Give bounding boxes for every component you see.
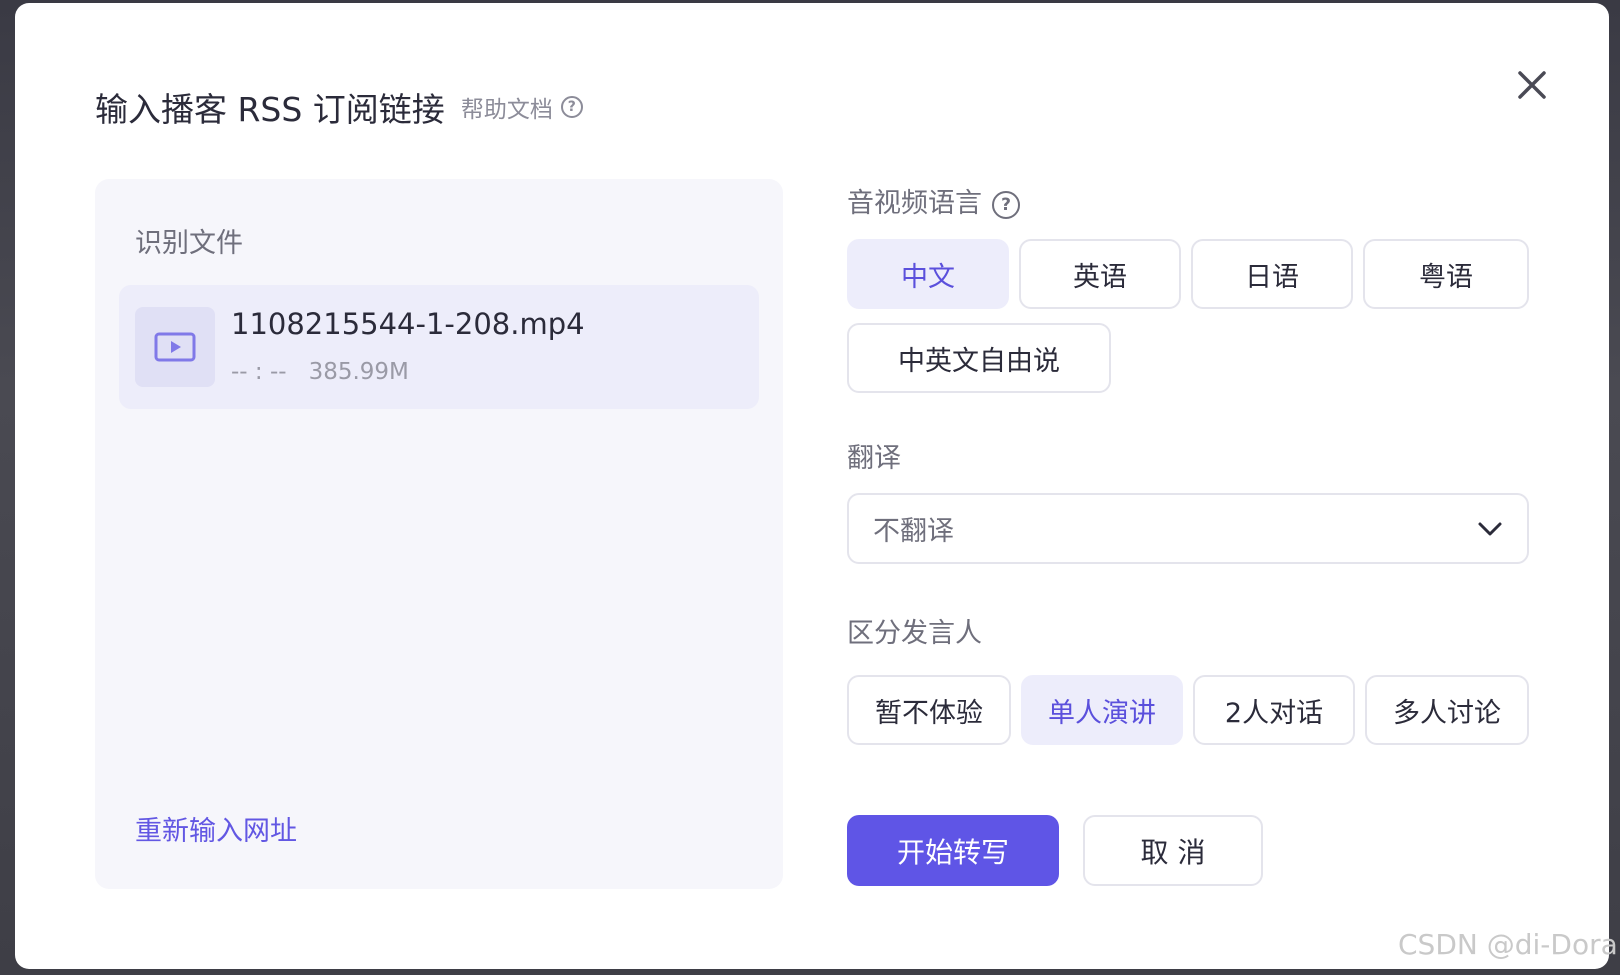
language-label: 音视频语言? — [847, 181, 1020, 220]
file-thumbnail — [135, 307, 215, 387]
language-option-mixed[interactable]: 中英文自由说 — [847, 323, 1111, 393]
speaker-option-skip[interactable]: 暂不体验 — [847, 675, 1011, 745]
language-option-cantonese[interactable]: 粤语 — [1363, 239, 1529, 309]
close-icon — [1518, 71, 1546, 99]
chevron-down-icon — [1478, 522, 1502, 535]
language-option-english[interactable]: 英语 — [1019, 239, 1181, 309]
file-size: 385.99M — [308, 359, 409, 385]
language-option-chinese[interactable]: 中文 — [847, 239, 1009, 309]
file-name: 1108215544-1-208.mp4 — [231, 307, 585, 341]
file-meta: -- : -- 385.99M — [231, 359, 409, 385]
help-doc-link[interactable]: 帮助文档 ? — [461, 90, 583, 124]
watermark: CSDN @di-Dora — [1398, 928, 1618, 961]
help-doc-label: 帮助文档 — [460, 97, 553, 123]
language-label-text: 音视频语言 — [847, 188, 982, 219]
file-card: 1108215544-1-208.mp4 -- : -- 385.99M — [119, 285, 759, 409]
question-circle-icon: ? — [560, 96, 583, 118]
recognize-file-panel: 识别文件 1108215544-1-208.mp4 -- : -- 385.99M… — [95, 179, 783, 889]
close-button[interactable] — [1510, 63, 1554, 107]
speaker-option-multi[interactable]: 多人讨论 — [1365, 675, 1529, 745]
question-circle-icon[interactable]: ? — [992, 190, 1020, 219]
video-play-icon — [154, 332, 196, 362]
reinput-url-link[interactable]: 重新输入网址 — [135, 809, 297, 848]
translate-select[interactable]: 不翻译 — [847, 493, 1529, 564]
translate-label: 翻译 — [847, 443, 901, 474]
speaker-label: 区分发言人 — [847, 618, 982, 649]
speaker-option-single[interactable]: 单人演讲 — [1021, 675, 1183, 745]
dialog-header: 输入播客 RSS 订阅链接 帮助文档 ? — [95, 83, 583, 131]
file-duration: -- : -- — [231, 359, 287, 385]
cancel-button[interactable]: 取 消 — [1083, 815, 1263, 886]
recognize-file-label: 识别文件 — [135, 228, 243, 259]
speaker-option-two[interactable]: 2人对话 — [1193, 675, 1355, 745]
dialog-title: 输入播客 RSS 订阅链接 — [95, 90, 445, 129]
start-transcribe-button[interactable]: 开始转写 — [847, 815, 1059, 886]
translate-select-value: 不翻译 — [873, 516, 954, 547]
rss-dialog: 输入播客 RSS 订阅链接 帮助文档 ? 识别文件 1108215544-1-2… — [15, 3, 1609, 969]
language-option-japanese[interactable]: 日语 — [1191, 239, 1353, 309]
